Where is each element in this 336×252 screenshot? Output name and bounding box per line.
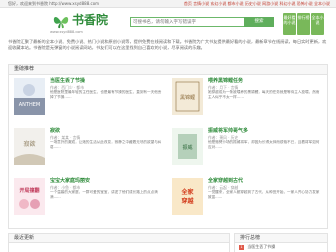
book-cover[interactable]: 全家 穿越 bbox=[172, 178, 203, 215]
section-title: 排行总榜 bbox=[235, 234, 327, 243]
book-item[interactable]: 开局撞翻 宝宝大家庭玛丽安 作者：小鱼 · 都市 一个温馨的大家庭，一群可爱的宝… bbox=[14, 178, 166, 215]
book-desc: 一觉醒来，全家人都穿越到了古代，从种田开始，一家人齐心协力发家致富…… bbox=[208, 190, 320, 199]
search-button[interactable]: 搜索 bbox=[244, 17, 274, 27]
book-desc: 她穿越成为一条被喂养的黑锦鲤，每天的任务就是等待主人投喂，然而主人似乎不太一样…… bbox=[208, 90, 320, 99]
book-title[interactable]: 当医生丢了节操 bbox=[50, 78, 85, 85]
book-title[interactable]: 振威将军帅哥气多 bbox=[208, 128, 248, 135]
book-cover[interactable]: 振威 bbox=[172, 128, 203, 165]
svg-text:黑锦鲤: 黑锦鲤 bbox=[180, 94, 195, 101]
svg-text:ANTHEM: ANTHEM bbox=[19, 102, 40, 108]
book-cover[interactable]: 黑锦鲤 bbox=[172, 78, 203, 115]
svg-text:穿越: 穿越 bbox=[181, 197, 194, 205]
book-desc: 一个温馨的大家庭，一群可爱的宝宝，讲述了他们成长路上的点点滴滴…… bbox=[50, 190, 158, 199]
rank-item[interactable]: 1 当医生丢了节操 bbox=[239, 244, 275, 250]
quick-link-ranking[interactable]: 排行榜 bbox=[297, 13, 310, 35]
book-desc: 一场意外的邂逅，让她的生活从此改变，寂静之中藏着无尽的欲望与纠葛…… bbox=[50, 140, 162, 149]
quick-link-popular[interactable]: 最好看的小说 bbox=[283, 13, 296, 35]
latest-update-panel: 最近更新 bbox=[8, 233, 230, 252]
book-title[interactable]: 宝宝大家庭玛丽安 bbox=[50, 178, 90, 185]
search-input[interactable] bbox=[133, 18, 243, 26]
book-item[interactable]: 全家 穿越 全家穿越到古代 作者：云起 · 穿越 一觉醒来，全家人都穿越到了古代… bbox=[172, 178, 324, 215]
logo-name: 书香院 bbox=[72, 13, 109, 27]
top-nav[interactable]: 首页 言情小说 玄幻小说 都市小说 历史小说 网游小说 科幻小说 恐怖小说 全本… bbox=[184, 0, 330, 7]
book-item[interactable]: ANTHEM 当医生丢了节操 作者：西门少 · 都市 他是医院里最年轻的主任医生… bbox=[14, 78, 166, 115]
book-title[interactable]: 喂养黑锦鲤任务 bbox=[208, 78, 243, 85]
book-title[interactable]: 全家穿越到古代 bbox=[208, 178, 243, 185]
svg-text:开局撞翻: 开局撞翻 bbox=[19, 187, 39, 194]
quick-link-complete[interactable]: 全本小说 bbox=[311, 13, 324, 35]
book-item[interactable]: 振威 振威将军帅哥气多 作者：萧风 · 历史 他是驰骋沙场的振威将军，却因为长得… bbox=[172, 128, 324, 165]
book-cover[interactable]: 开局撞翻 bbox=[14, 178, 45, 215]
book-cover[interactable]: ANTHEM bbox=[14, 78, 45, 115]
site-logo[interactable]: 书香院 www.xsyd888.com bbox=[48, 11, 112, 35]
site-intro: 书香院汇聚了最新的全本小说、免费小说、热门小说和原创小说等，提供免费在线阅读和下… bbox=[8, 39, 327, 50]
logo-url: www.xsyd888.com bbox=[50, 30, 83, 34]
book-item[interactable]: 寂欲 寂欲 作者：某某 · 言情 一场意外的邂逅，让她的生活从此改变，寂静之中藏… bbox=[14, 128, 166, 165]
section-title: 最近更新 bbox=[9, 234, 229, 243]
book-desc: 他是驰骋沙场的振威将军，却因为长得太帅而烦恼不已，且看将军如何应对…… bbox=[208, 140, 320, 149]
rank-number: 1 bbox=[239, 245, 244, 250]
rank-title[interactable]: 当医生丢了节操 bbox=[247, 244, 275, 249]
section-title: 重磅推荐 bbox=[9, 65, 327, 75]
ranking-panel: 排行总榜 1 当医生丢了节操 bbox=[234, 233, 328, 252]
top-bar: 您好，欢迎来到书香院 http://www.xsyd888.com 首页 言情小… bbox=[0, 0, 336, 8]
butterfly-icon bbox=[53, 17, 69, 29]
book-item[interactable]: 黑锦鲤 喂养黑锦鲤任务 作者：月下 · 言情 她穿越成为一条被喂养的黑锦鲤，每天… bbox=[172, 78, 324, 115]
book-cover[interactable]: 寂欲 bbox=[14, 128, 45, 165]
recommend-panel: 重磅推荐 ANTHEM 当医生丢了节操 作者：西门少 · 都市 他是医院里最年轻… bbox=[8, 64, 328, 229]
svg-text:全家: 全家 bbox=[180, 188, 193, 196]
svg-text:寂欲: 寂欲 bbox=[23, 140, 35, 148]
svg-text:振威: 振威 bbox=[182, 144, 192, 151]
book-title[interactable]: 寂欲 bbox=[50, 128, 60, 135]
welcome-text: 您好，欢迎来到书香院 http://www.xsyd888.com bbox=[8, 1, 100, 6]
book-desc: 他是医院里最年轻的主任医生，也是最有节操的医生，直到有一天他丢掉了节操…… bbox=[50, 90, 162, 99]
search-box: 搜索 bbox=[130, 17, 274, 27]
